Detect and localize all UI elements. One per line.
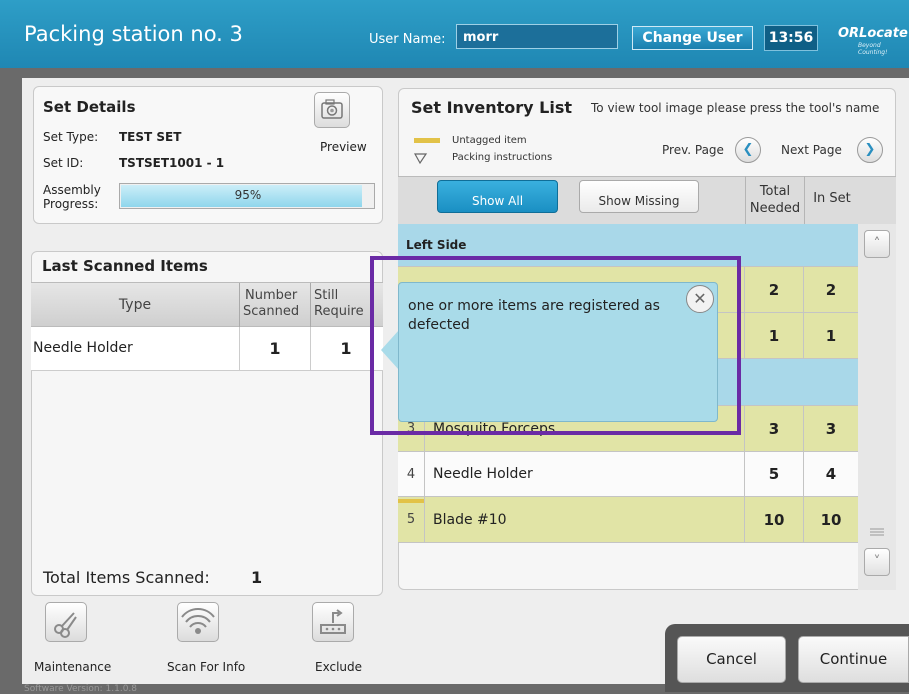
untagged-legend-swatch [414,138,440,143]
highlight-box [370,256,741,435]
exclude-icon [320,609,346,634]
table-row[interactable]: 4 Needle Holder 5 4 [398,452,858,497]
total-scanned-label: Total Items Scanned: [43,568,210,587]
total-needed: 3 [744,406,803,451]
assembly-progress-label: Assembly Progress: [43,183,101,211]
maintenance-label[interactable]: Maintenance [34,660,111,674]
scan-for-info-button[interactable] [177,602,219,642]
set-type-label: Set Type: [43,130,99,144]
set-type-value: TEST SET [119,130,182,144]
preview-camera-button[interactable] [314,92,350,128]
rfid-scan-icon [181,608,215,634]
show-missing-button[interactable]: Show Missing [579,180,699,213]
chevron-left-icon: ❮ [742,142,754,157]
assembly-progress-bar: 95% [119,183,375,209]
scanned-count: 1 [269,339,281,358]
untagged-legend-label: Untagged item [452,135,527,146]
software-version: Software Version: 1.1.0.8 [24,684,138,694]
wrench-scissors-icon [54,612,77,638]
set-id-value: TSTSET1001 - 1 [119,156,225,170]
orlocate-logo: ORLocate [838,26,908,41]
exclude-label[interactable]: Exclude [315,660,362,674]
progress-percent: 95% [234,188,262,202]
logo-tagline: Beyond Counting! [858,42,888,56]
scroll-up-button[interactable]: ˄ [864,230,890,258]
preview-label[interactable]: Preview [320,140,367,154]
prev-page-label[interactable]: Prev. Page [662,143,724,157]
clock: 13:56 [764,25,818,51]
total-needed: 10 [744,497,803,542]
packing-instructions-icon [413,150,428,169]
table-row[interactable]: 5 Blade #10 10 10 [398,497,858,543]
prev-page-button[interactable]: ❮ [735,137,761,163]
row-index: 5 [406,512,416,527]
camera-icon [321,99,343,119]
packing-legend-label: Packing instructions [452,152,553,163]
in-set: 2 [803,267,858,312]
chevron-down-icon: ˅ [873,554,881,570]
user-name-field[interactable]: morr [456,24,618,49]
total-scanned-value: 1 [251,568,263,587]
chevron-up-icon: ˄ [873,236,881,252]
section-label: Left Side [406,238,467,252]
maintenance-button[interactable] [45,602,87,642]
user-name-label: User Name: [369,32,446,47]
table-row[interactable]: Needle Holder 1 1 [31,327,383,371]
total-needed: 5 [744,452,803,496]
exclude-button[interactable] [312,602,354,642]
total-needed: 1 [744,313,803,358]
inventory-heading: Set Inventory List [411,98,572,117]
next-page-button[interactable]: ❯ [857,137,883,163]
in-set: 10 [803,497,858,542]
next-page-label[interactable]: Next Page [781,143,842,157]
cancel-button[interactable]: Cancel [677,636,786,683]
set-id-label: Set ID: [43,156,84,170]
change-user-button[interactable]: Change User [632,26,753,50]
in-set: 1 [803,313,858,358]
in-set: 3 [803,406,858,451]
col-number-scanned: Number Scanned [243,288,300,319]
col-total-needed: Total Needed [749,184,801,216]
tool-name[interactable]: Blade #10 [424,497,744,542]
station-title: Packing station no. 3 [24,22,243,46]
scroll-handle-icon[interactable] [866,524,888,538]
set-details-heading: Set Details [43,98,136,116]
continue-button[interactable]: Continue [798,636,909,683]
inventory-hint: To view tool image please press the tool… [591,101,880,115]
scan-for-info-label[interactable]: Scan For Info [167,660,245,674]
chevron-right-icon: ❯ [864,142,876,157]
in-set: 4 [803,452,858,496]
show-all-button[interactable]: Show All [437,180,558,213]
scroll-down-button[interactable]: ˅ [864,548,890,576]
total-needed: 2 [744,267,803,312]
last-scanned-heading: Last Scanned Items [42,257,208,275]
row-index: 4 [406,466,416,482]
scanned-type: Needle Holder [33,340,133,356]
last-scanned-header-row: Type Number Scanned Still Require [31,282,383,327]
col-in-set: In Set [813,191,851,206]
tool-name[interactable]: Needle Holder [424,452,744,496]
col-type: Type [118,297,152,313]
